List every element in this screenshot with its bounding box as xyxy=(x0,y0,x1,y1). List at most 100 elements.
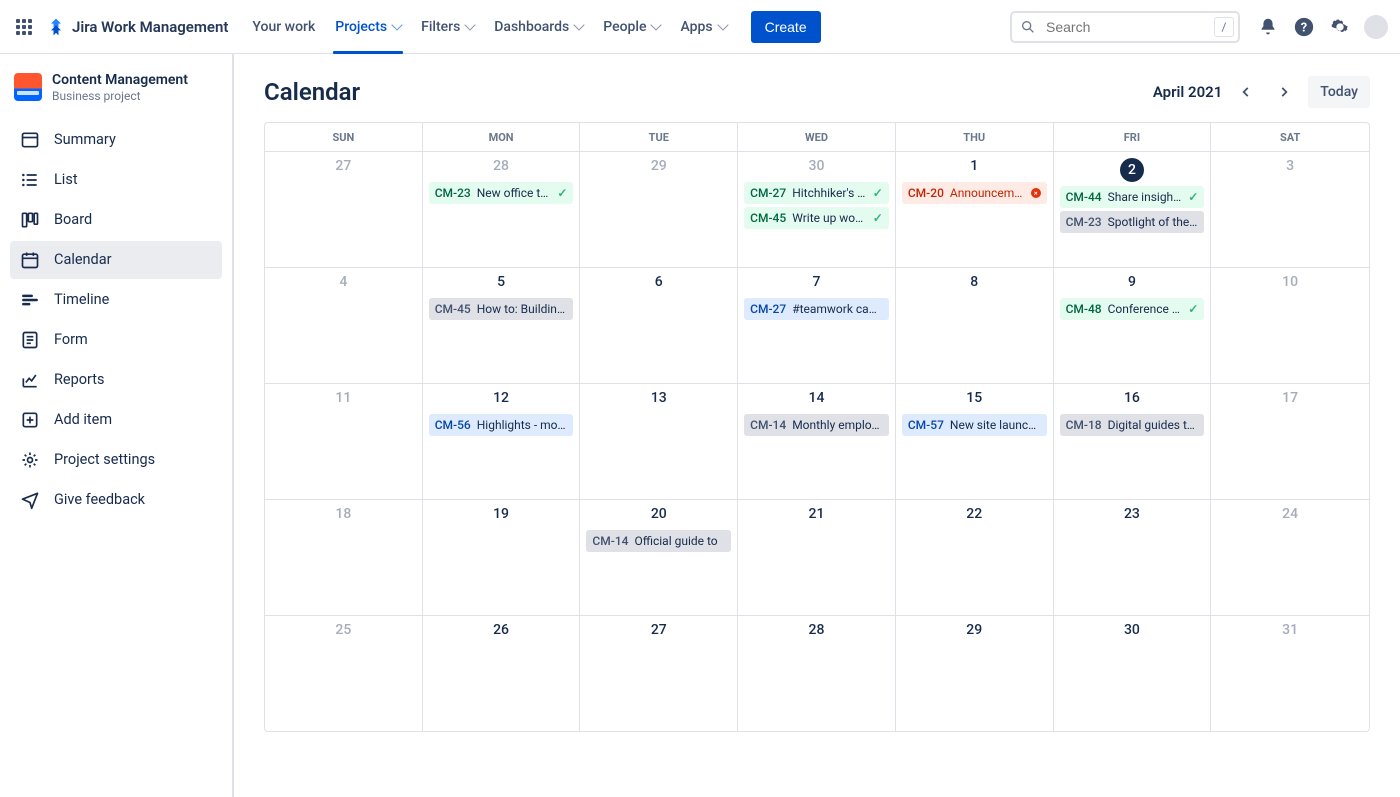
event-key: CM-27 xyxy=(750,186,786,200)
calendar-cell[interactable]: 19 xyxy=(423,499,581,615)
calendar-event[interactable]: CM-18Digital guides to ex... xyxy=(1060,414,1205,436)
search-box[interactable]: / xyxy=(1010,11,1240,43)
calendar-event[interactable]: CM-45Write up works...✓ xyxy=(744,207,889,229)
calendar-cell[interactable]: 24 xyxy=(1211,499,1369,615)
board-icon xyxy=(20,210,40,230)
calendar-cell[interactable]: 22 xyxy=(896,499,1054,615)
prev-month-button[interactable] xyxy=(1232,78,1260,106)
chevron-right-icon xyxy=(1277,85,1291,99)
calendar-cell[interactable]: 11 xyxy=(265,383,423,499)
sidebar-item-give-feedback[interactable]: Give feedback xyxy=(10,481,222,519)
app-switcher-button[interactable] xyxy=(8,11,40,43)
settings-button[interactable] xyxy=(1324,11,1356,43)
search-input[interactable] xyxy=(1044,18,1206,36)
nav-dashboards[interactable]: Dashboards xyxy=(484,0,593,53)
calendar-cell[interactable]: 30 CM-27Hitchhiker's gu...✓ CM-45Write up … xyxy=(738,151,896,267)
calendar-cell[interactable]: 18 xyxy=(265,499,423,615)
project-name: Content Management xyxy=(52,72,188,89)
calendar-cell[interactable]: 20CM-14Official guide to xyxy=(580,499,738,615)
calendar-cell[interactable]: 14CM-14Monthly employee ... xyxy=(738,383,896,499)
avatar-icon xyxy=(1364,15,1388,39)
calendar-cell[interactable]: 6 xyxy=(580,267,738,383)
calendar-cell[interactable]: 27 xyxy=(265,151,423,267)
calendar-cell[interactable]: 3 xyxy=(1211,151,1369,267)
nav-your-work[interactable]: Your work xyxy=(242,0,325,53)
date-number: 12 xyxy=(493,390,509,406)
date-number: 29 xyxy=(966,622,982,638)
calendar-cell[interactable]: 29 xyxy=(580,151,738,267)
date-number: 30 xyxy=(809,158,825,174)
project-header[interactable]: Content Management Business project xyxy=(10,72,222,117)
sidebar-item-reports[interactable]: Reports xyxy=(10,361,222,399)
calendar-event[interactable]: CM-14Official guide to xyxy=(586,530,731,552)
profile-button[interactable] xyxy=(1360,11,1392,43)
calendar-cell[interactable]: 5CM-45How to: Building des xyxy=(423,267,581,383)
day-header: THU xyxy=(896,123,1054,151)
event-title: Highlights - month of xyxy=(477,418,568,432)
date-number: 27 xyxy=(335,158,351,174)
event-key: CM-14 xyxy=(750,418,786,432)
sidebar-item-calendar[interactable]: Calendar xyxy=(10,241,222,279)
calendar-cell[interactable]: 17 xyxy=(1211,383,1369,499)
calendar-cell[interactable]: 8 xyxy=(896,267,1054,383)
calendar-cell[interactable]: 4 xyxy=(265,267,423,383)
calendar-cell[interactable]: 13 xyxy=(580,383,738,499)
calendar-event[interactable]: CM-27Hitchhiker's gu...✓ xyxy=(744,182,889,204)
calendar-cell[interactable]: 10 xyxy=(1211,267,1369,383)
next-month-button[interactable] xyxy=(1270,78,1298,106)
calendar-cell[interactable]: 29 xyxy=(896,615,1054,731)
calendar-cell[interactable]: 30 xyxy=(1054,615,1212,731)
calendar-event[interactable]: CM-23Spotlight of the mo... xyxy=(1060,211,1205,233)
help-button[interactable]: ? xyxy=(1288,11,1320,43)
calendar-event[interactable]: CM-57New site launch blog xyxy=(902,414,1047,436)
calendar-cell[interactable]: 12 CM-56 Highlights - month of xyxy=(423,383,581,499)
sidebar-item-summary[interactable]: Summary xyxy=(10,121,222,159)
calendar-event[interactable]: CM-56 Highlights - month of xyxy=(429,414,574,436)
notifications-button[interactable] xyxy=(1252,11,1284,43)
calendar-event[interactable]: CM-45How to: Building des xyxy=(429,298,574,320)
calendar-event[interactable]: CM-44Share insights...✓ xyxy=(1060,186,1205,208)
blocked-icon: + xyxy=(1028,186,1042,200)
event-key: CM-56 xyxy=(435,418,471,432)
calendar-cell[interactable]: 31 xyxy=(1211,615,1369,731)
calendar-cell[interactable]: 26 xyxy=(423,615,581,731)
date-number: 24 xyxy=(1282,506,1298,522)
nav-people[interactable]: People xyxy=(593,0,670,53)
create-button[interactable]: Create xyxy=(751,11,821,43)
calendar-day-headers: SUNMONTUEWEDTHUFRISAT xyxy=(265,123,1369,151)
date-number: 8 xyxy=(970,274,978,290)
calendar-cell[interactable]: 16CM-18Digital guides to ex... xyxy=(1054,383,1212,499)
event-key: CM-48 xyxy=(1066,302,1102,316)
calendar-cell[interactable]: 7CM-27#teamwork campaign xyxy=(738,267,896,383)
calendar-cell[interactable]: 23 xyxy=(1054,499,1212,615)
calendar-event[interactable]: CM-23New office tour✓ xyxy=(429,182,574,204)
sidebar-item-add-item[interactable]: Add item xyxy=(10,401,222,439)
calendar-cell[interactable]: 15CM-57New site launch blog xyxy=(896,383,1054,499)
today-button[interactable]: Today xyxy=(1308,76,1370,108)
calendar-cell[interactable]: 28 xyxy=(738,615,896,731)
nav-filters[interactable]: Filters xyxy=(411,0,484,53)
calendar-event[interactable]: CM-20Announcement b..+ xyxy=(902,182,1047,204)
calendar-cell[interactable]: 21 xyxy=(738,499,896,615)
timeline-icon xyxy=(20,290,40,310)
calendar-cell[interactable]: 1CM-20Announcement b..+ xyxy=(896,151,1054,267)
sidebar-item-timeline[interactable]: Timeline xyxy=(10,281,222,319)
sidebar-item-project-settings[interactable]: Project settings xyxy=(10,441,222,479)
calendar-event[interactable]: CM-27#teamwork campaign xyxy=(744,298,889,320)
date-number: 29 xyxy=(651,158,667,174)
calendar-cell[interactable]: 27 xyxy=(580,615,738,731)
sidebar-item-list[interactable]: List xyxy=(10,161,222,199)
calendar-event[interactable]: CM-48Conference tour✓ xyxy=(1060,298,1205,320)
product-logo[interactable]: Jira Work Management xyxy=(46,17,228,37)
reports-icon xyxy=(20,370,40,390)
calendar-cell[interactable]: 2CM-44Share insights...✓CM-23Spotlight o… xyxy=(1054,151,1212,267)
calendar-cell[interactable]: 28CM-23New office tour✓ xyxy=(423,151,581,267)
calendar-event[interactable]: CM-14Monthly employee ... xyxy=(744,414,889,436)
nav-projects[interactable]: Projects xyxy=(325,0,411,53)
calendar-cell[interactable]: 25 xyxy=(265,615,423,731)
sidebar-item-form[interactable]: Form xyxy=(10,321,222,359)
sidebar-item-board[interactable]: Board xyxy=(10,201,222,239)
primary-nav: Your workProjectsFiltersDashboardsPeople… xyxy=(242,0,736,53)
calendar-cell[interactable]: 9CM-48Conference tour✓ xyxy=(1054,267,1212,383)
nav-apps[interactable]: Apps xyxy=(670,0,736,53)
